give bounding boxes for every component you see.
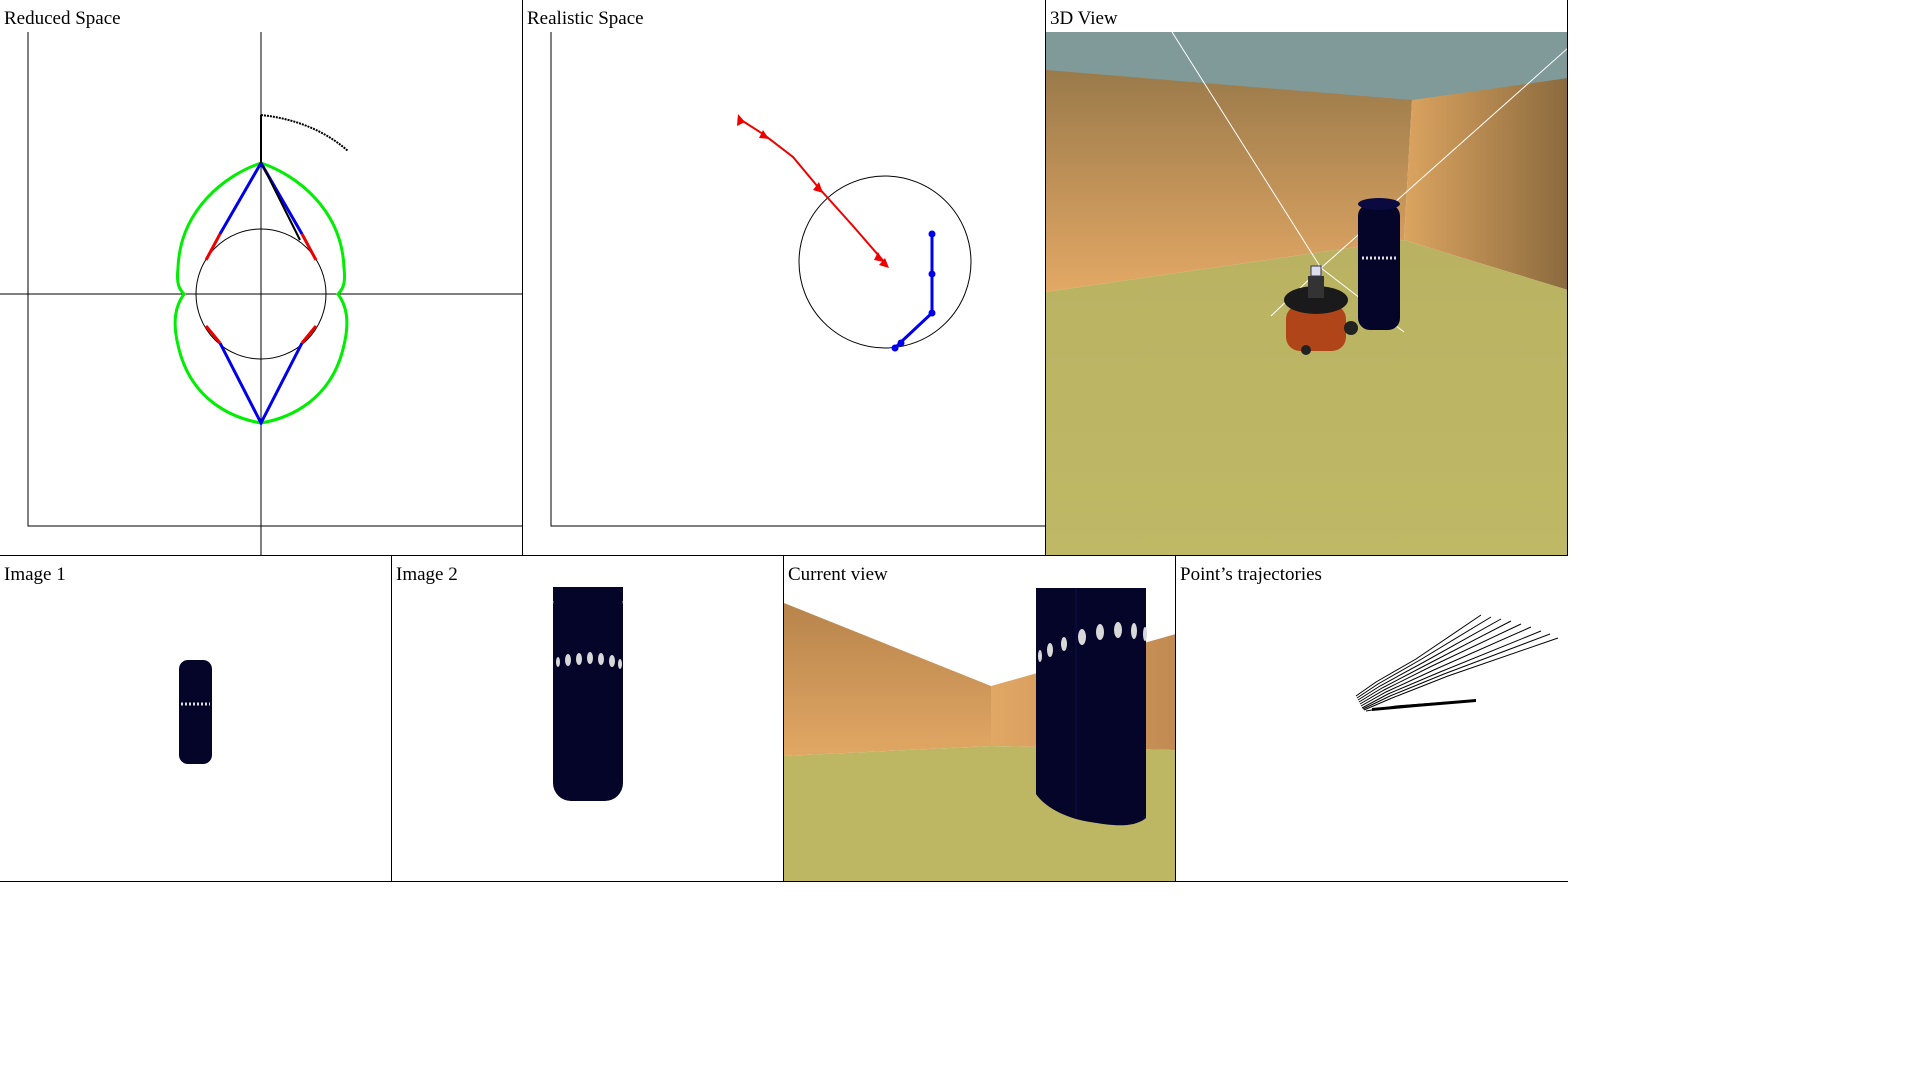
- red-segment: [300, 325, 318, 344]
- image-2-panel: Image 2: [392, 556, 784, 882]
- 3d-view-panel: 3D View: [1046, 0, 1568, 556]
- realistic-space-plot: [550, 32, 1045, 527]
- red-segment: [204, 325, 222, 344]
- panel-title: Image 2: [396, 564, 458, 585]
- cylinder-top: [1358, 198, 1400, 210]
- panel-title: Image 1: [4, 564, 66, 585]
- current-view-panel: Current view: [784, 556, 1176, 882]
- trajectories-panel: Point’s trajectories: [1176, 556, 1568, 882]
- trajectory-lines: [1355, 614, 1559, 712]
- black-tangent: [262, 165, 301, 241]
- frame-axes: [27, 32, 522, 527]
- panel-title: Current view: [788, 564, 888, 585]
- robot-point: [928, 270, 936, 278]
- heading-arc: [260, 114, 349, 152]
- image-1-panel: Image 1: [0, 556, 392, 882]
- robot-point: [897, 339, 905, 347]
- current-camera-view: [784, 556, 1175, 881]
- cylinder-image: [553, 587, 623, 801]
- cylinder-obstacle: [1036, 588, 1146, 826]
- trajectory-endpoint-cluster: [1372, 699, 1476, 711]
- 3d-scene: [1046, 0, 1567, 555]
- trajectories-plot: [1355, 614, 1559, 712]
- robot-point: [928, 309, 936, 317]
- cylinder-top-band: [553, 587, 623, 601]
- robot-point: [928, 230, 936, 238]
- target-marker: [737, 114, 745, 126]
- target-path: [737, 117, 887, 265]
- cylinder-obstacle: [1358, 204, 1400, 330]
- panel-title: 3D View: [1050, 8, 1118, 29]
- frame-axes: [550, 32, 1045, 527]
- target-marker: [874, 252, 884, 262]
- reduced-space-plot: [0, 32, 522, 555]
- robot-point: [891, 344, 899, 352]
- robot-path: [893, 234, 934, 350]
- red-segment: [204, 233, 222, 261]
- cylinder-image: [179, 660, 212, 764]
- realistic-space-panel: Realistic Space: [523, 0, 1046, 556]
- red-segment: [300, 233, 318, 261]
- reduced-space-panel: Reduced Space: [0, 0, 523, 556]
- panel-title: Reduced Space: [4, 8, 121, 29]
- panel-title: Realistic Space: [527, 8, 644, 29]
- image-2-view: [553, 587, 623, 801]
- image-1-view: [179, 660, 212, 764]
- panel-title: Point’s trajectories: [1180, 564, 1322, 585]
